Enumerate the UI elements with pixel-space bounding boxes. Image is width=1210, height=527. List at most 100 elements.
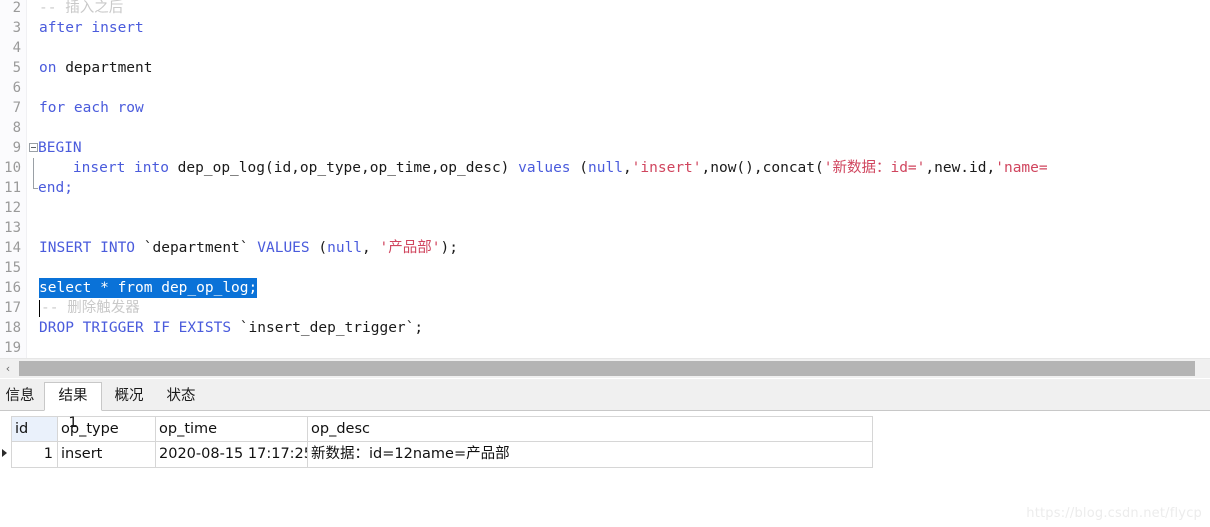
code-line[interactable]: 10 insert into dep_op_log(id,op_type,op_…: [0, 158, 1210, 178]
cell-op-desc[interactable]: 新数据：id=12name=产品部: [308, 442, 873, 468]
code-content: after insert: [39, 18, 144, 38]
text-caret: [39, 300, 40, 317]
code-line[interactable]: 4: [0, 38, 1210, 58]
code-content: -- 删除触发器: [41, 300, 140, 316]
cell-id[interactable]: 1: [12, 442, 58, 468]
sql-identifier: ,: [362, 240, 380, 256]
code-line[interactable]: 18 DROP TRIGGER IF EXISTS `insert_dep_tr…: [0, 318, 1210, 338]
code-fold-collapse-icon[interactable]: [29, 143, 38, 152]
tab-status[interactable]: 状态: [156, 384, 206, 411]
line-number: 11: [0, 178, 27, 198]
sql-identifier: );: [440, 240, 458, 256]
line-number: 17: [0, 298, 27, 318]
line-number: 8: [0, 118, 27, 138]
code-content: BEGIN: [38, 138, 82, 158]
code-content: -- 插入之后: [39, 0, 124, 16]
sql-string: 'insert': [631, 160, 702, 176]
code-line[interactable]: 14 INSERT INTO `department` VALUES (null…: [0, 238, 1210, 258]
line-number: 13: [0, 218, 27, 238]
current-row-arrow-icon: [2, 449, 7, 457]
code-line[interactable]: 9 BEGIN: [0, 138, 1210, 158]
sql-keyword: after insert: [39, 20, 144, 36]
code-line[interactable]: 13: [0, 218, 1210, 238]
table-row[interactable]: 1 insert 2020-08-15 17:17:25 新数据：id=12na…: [0, 442, 873, 468]
code-line[interactable]: 19: [0, 338, 1210, 358]
sql-keyword: BEGIN: [38, 140, 82, 156]
code-line-selected[interactable]: 16 select * from dep_op_log;: [0, 278, 1210, 298]
code-content: for each row: [39, 98, 144, 118]
sql-identifier: dep_op_log(id,op_type,op_time,op_desc): [168, 160, 519, 176]
selected-code-content[interactable]: select * from dep_op_log;: [39, 278, 258, 298]
sql-identifier: ,now(),concat(: [701, 160, 824, 176]
sql-keyword: values: [518, 160, 571, 176]
line-number: 5: [0, 58, 27, 78]
code-content: on department: [39, 58, 153, 78]
row-marker-header: [0, 416, 12, 442]
sql-identifier: `department`: [135, 240, 258, 256]
tab-profile[interactable]: 概况: [104, 384, 154, 411]
results-tab-bar: 信息 结果1 概况 状态: [0, 379, 1210, 431]
code-fold-guide: [33, 158, 34, 178]
line-number: 4: [0, 38, 27, 58]
column-header-op-time[interactable]: op_time: [156, 416, 308, 442]
sql-keyword: on: [39, 60, 57, 76]
sql-identifier: (: [309, 240, 328, 256]
results-grid-inner: id op_type op_time op_desc 1 insert 2020…: [0, 416, 873, 468]
code-line[interactable]: 7 for each row: [0, 98, 1210, 118]
watermark: https://blog.csdn.net/flycp: [1026, 506, 1202, 521]
code-line[interactable]: 6: [0, 78, 1210, 98]
line-number: 18: [0, 318, 27, 338]
scroll-left-arrow-icon[interactable]: ‹: [0, 359, 16, 378]
row-marker[interactable]: [0, 442, 12, 468]
sql-string: 'name=: [995, 160, 1048, 176]
line-number: 2: [0, 0, 27, 18]
sql-keyword: insert into: [72, 160, 169, 176]
code-line[interactable]: 2 -- 插入之后: [0, 0, 1210, 18]
cell-op-type[interactable]: insert: [58, 442, 156, 468]
sql-keyword: null: [588, 160, 623, 176]
scrollbar-thumb[interactable]: [19, 361, 1195, 376]
column-header-id[interactable]: id: [12, 416, 58, 442]
sql-identifier: department: [56, 60, 153, 76]
code-line[interactable]: 15: [0, 258, 1210, 278]
tab-info[interactable]: 信息: [0, 384, 44, 411]
sql-keyword: end;: [38, 180, 73, 196]
code-line[interactable]: 11 end;: [0, 178, 1210, 198]
sql-code-editor[interactable]: 2 -- 插入之后 3 after insert 4 5 on departme…: [0, 0, 1210, 358]
code-line[interactable]: 17 -- 删除触发器: [0, 298, 1210, 318]
line-number: 3: [0, 18, 27, 38]
sql-identifier: ,new.id,: [925, 160, 996, 176]
tab-result-1[interactable]: 结果1: [44, 382, 102, 431]
line-number: 6: [0, 78, 27, 98]
sql-string: '新数据：id=': [823, 160, 926, 176]
sql-keyword: for each row: [39, 100, 144, 116]
line-number: 15: [0, 258, 27, 278]
code-line[interactable]: 5 on department: [0, 58, 1210, 78]
cell-op-time[interactable]: 2020-08-15 17:17:25: [156, 442, 308, 468]
line-number: 9: [0, 138, 27, 158]
code-content: insert into dep_op_log(id,op_type,op_tim…: [38, 158, 1048, 178]
sql-keyword: null: [327, 240, 363, 256]
code-content: DROP TRIGGER IF EXISTS `insert_dep_trigg…: [39, 318, 423, 338]
code-line[interactable]: 8: [0, 118, 1210, 138]
sql-keyword: DROP TRIGGER IF EXISTS: [39, 320, 232, 336]
line-number: 19: [0, 338, 27, 358]
line-number: 7: [0, 98, 27, 118]
sql-identifier: (: [570, 160, 589, 176]
editor-horizontal-scrollbar[interactable]: ‹: [0, 358, 1210, 378]
table-header-row: id op_type op_time op_desc: [0, 416, 873, 442]
sql-identifier: `insert_dep_trigger`;: [231, 320, 424, 336]
code-content: end;: [38, 178, 73, 198]
sql-string: '产品部': [379, 240, 441, 256]
sql-keyword: INSERT INTO: [39, 240, 136, 256]
line-number: 14: [0, 238, 27, 258]
code-line[interactable]: 12: [0, 198, 1210, 218]
sql-editor-window: 2 -- 插入之后 3 after insert 4 5 on departme…: [0, 0, 1210, 527]
line-number: 10: [0, 158, 27, 178]
sql-identifier: ,: [622, 160, 632, 176]
line-number: 12: [0, 198, 27, 218]
sql-keyword: VALUES: [257, 240, 310, 256]
column-header-op-desc[interactable]: op_desc: [308, 416, 873, 442]
code-line[interactable]: 3 after insert: [0, 18, 1210, 38]
